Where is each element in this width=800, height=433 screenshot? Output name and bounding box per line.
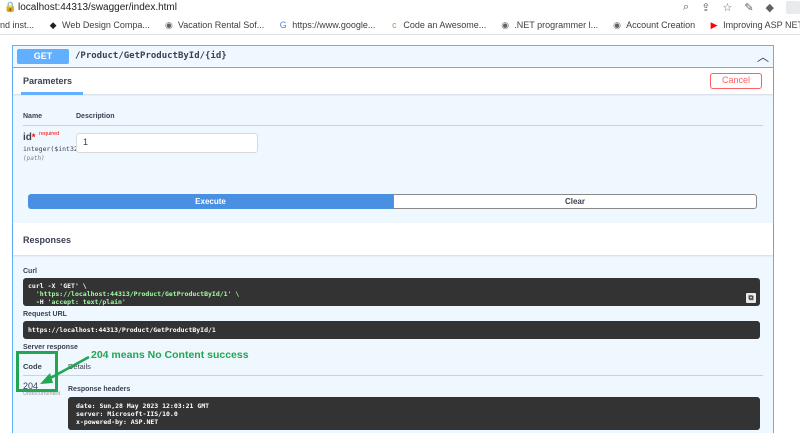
star-icon[interactable]: ☆ xyxy=(722,1,732,14)
column-name-header: Name xyxy=(23,113,43,120)
browser-toolbar-icons: ⌕ ⇪ ☆ ✎ ◆ xyxy=(683,1,800,14)
request-url-label: Request URL xyxy=(23,311,67,318)
curl-line-2: 'https://localhost:44313/Product/GetProd… xyxy=(28,290,240,298)
column-description-header: Description xyxy=(76,113,115,120)
operation-summary[interactable]: GET /Product/GetProductById/{id} ︿ xyxy=(13,46,773,68)
lock-icon[interactable]: 🔒 xyxy=(4,2,16,13)
id-input[interactable]: 1 xyxy=(76,133,258,153)
header-line: date: Sun,28 May 2023 12:03:21 GMT xyxy=(76,402,210,410)
required-label: required xyxy=(39,131,60,137)
youtube-icon: ▶ xyxy=(710,20,718,30)
bookmark-label: Web Design Compa... xyxy=(62,20,150,30)
google-icon: G xyxy=(279,20,287,30)
profile-icon[interactable] xyxy=(786,1,800,14)
bookmark-item[interactable]: ◆ Web Design Compa... xyxy=(48,20,150,30)
column-details-header: Details xyxy=(68,362,91,371)
bookmark-label: Code an Awesome... xyxy=(403,20,487,30)
operation-path: /Product/GetProductById/{id} xyxy=(75,51,227,61)
bookmark-item[interactable]: ◉ Vacation Rental Sof... xyxy=(164,20,264,30)
required-star: * xyxy=(31,132,36,142)
annotation-highlight-box xyxy=(16,351,58,392)
curl-code-block[interactable]: curl -X 'GET' \ 'https://localhost:44313… xyxy=(23,278,760,306)
request-url-text: https://localhost:44313/Product/GetProdu… xyxy=(28,326,216,334)
copy-icon[interactable]: ⧉ xyxy=(746,293,756,303)
cancel-button[interactable]: Cancel xyxy=(710,73,762,89)
header-line: server: Microsoft-IIS/10.0 xyxy=(76,410,178,418)
browser-address-bar[interactable]: 🔒 localhost:44313/swagger/index.html ⌕ ⇪… xyxy=(0,0,800,16)
execute-button[interactable]: Execute xyxy=(28,194,393,209)
response-headers-label: Response headers xyxy=(68,386,131,393)
param-name-text: id xyxy=(23,132,32,143)
share-icon[interactable]: ⇪ xyxy=(701,1,710,14)
header-line: x-powered-by: ASP.NET xyxy=(76,418,159,426)
bookmark-label: Vacation Rental Sof... xyxy=(177,20,265,30)
parameters-tab[interactable]: Parameters xyxy=(20,76,84,95)
curl-line-3-string: 'accept: text/plain' xyxy=(47,298,126,306)
bookmark-item[interactable]: c Code an Awesome... xyxy=(389,20,486,30)
bookmark-label: nd inst... xyxy=(0,20,35,30)
bookmark-label: https://www.google... xyxy=(292,20,376,30)
responses-header: Responses xyxy=(13,223,773,255)
bookmark-item[interactable]: nd inst... xyxy=(0,20,34,30)
clear-button[interactable]: Clear xyxy=(393,194,757,209)
bookmark-label: .NET programmer l... xyxy=(514,20,599,30)
extension-icon[interactable]: ✎ xyxy=(744,1,753,14)
bookmark-item[interactable]: ◉ .NET programmer l... xyxy=(500,20,598,30)
globe-icon: ◉ xyxy=(501,20,510,30)
bookmark-item[interactable]: ◉ Account Creation xyxy=(612,20,695,30)
responses-title: Responses xyxy=(23,235,72,245)
curl-label: Curl xyxy=(23,268,37,275)
annotation-text: 204 means No Content success xyxy=(91,349,249,361)
chevron-up-icon[interactable]: ︿ xyxy=(757,48,769,65)
globe-icon: ◉ xyxy=(613,20,622,30)
bookmark-label: Improving ASP NET... xyxy=(723,20,800,30)
request-url-block[interactable]: https://localhost:44313/Product/GetProdu… xyxy=(23,321,760,339)
operation-block: GET /Product/GetProductById/{id} ︿ Param… xyxy=(12,45,774,433)
divider xyxy=(23,125,763,126)
codecanyon-icon: c xyxy=(392,20,397,30)
globe-icon: ◉ xyxy=(164,20,173,30)
bookmark-item[interactable]: Ghttps://www.google... xyxy=(278,20,376,30)
bookmark-item[interactable]: ▶ Improving ASP NET... xyxy=(709,20,800,30)
curl-line-3-prefix: -H xyxy=(28,298,48,306)
response-headers-block[interactable]: date: Sun,28 May 2023 12:03:21 GMT serve… xyxy=(68,397,760,430)
server-response-label: Server response xyxy=(23,344,78,351)
diamond-icon: ◆ xyxy=(49,20,57,30)
curl-line-1: curl -X 'GET' \ xyxy=(28,282,87,290)
url-text[interactable]: localhost:44313/swagger/index.html xyxy=(18,2,177,13)
extension-icon-2[interactable]: ◆ xyxy=(766,1,774,14)
divider xyxy=(23,375,763,376)
bookmarks-bar: nd inst... ◆ Web Design Compa... ◉ Vacation … xyxy=(0,16,800,35)
method-badge: GET xyxy=(17,49,69,64)
param-type: integer($int32) xyxy=(23,145,82,153)
param-name: id* xyxy=(23,132,35,143)
param-location: (path) xyxy=(23,155,45,162)
bookmark-label: Account Creation xyxy=(626,20,696,30)
parameters-header: Parameters Cancel xyxy=(13,68,773,95)
search-icon[interactable]: ⌕ xyxy=(683,1,689,14)
